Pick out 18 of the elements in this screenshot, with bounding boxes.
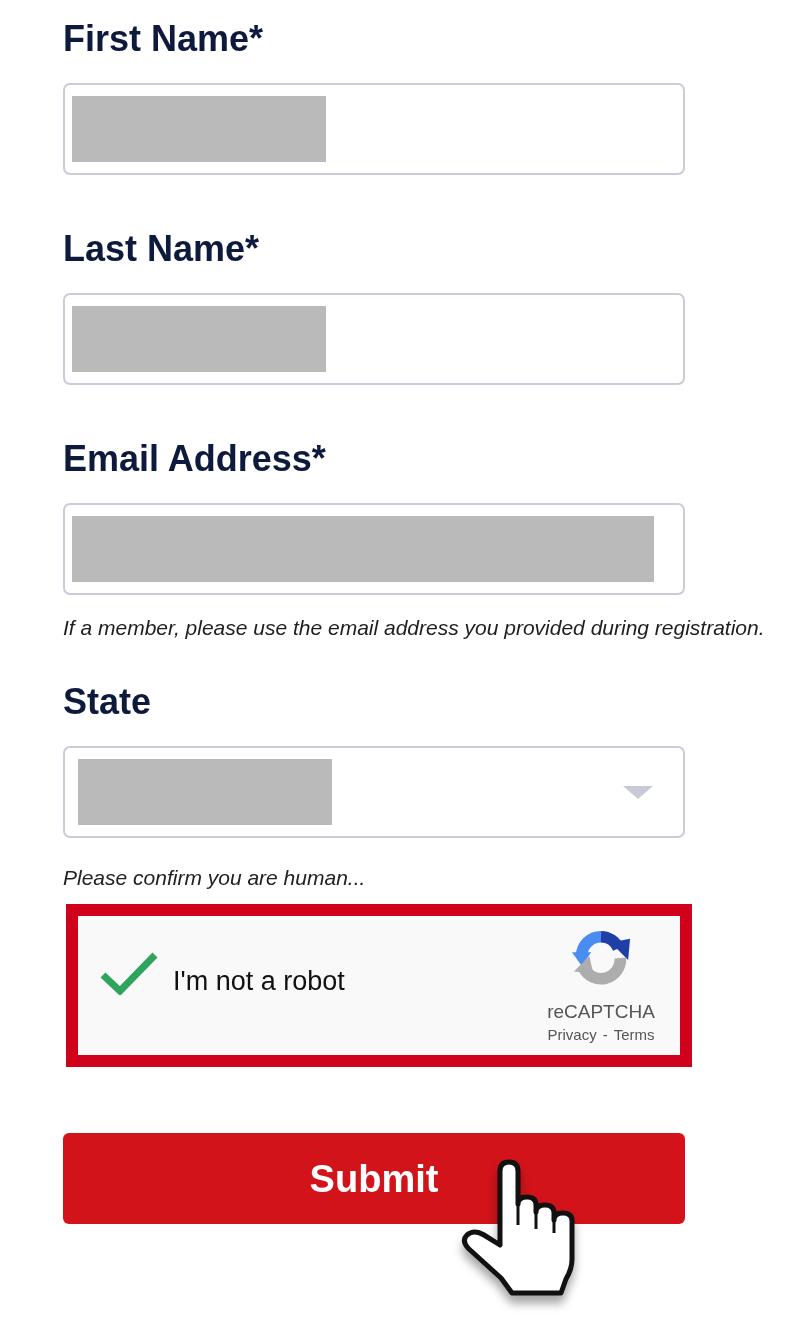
- policy-link[interactable]: Terms: [613, 1026, 655, 1044]
- prompt-text: Please confirm you are human...: [63, 865, 366, 891]
- field-label: State: [63, 682, 152, 722]
- submit-button[interactable]: Submit: [63, 1133, 685, 1224]
- input-field[interactable]: [63, 503, 685, 595]
- separator-text: -: [602, 1026, 608, 1044]
- field-label: Last Name*: [63, 229, 260, 269]
- checkmark-icon[interactable]: [100, 951, 158, 995]
- select-field[interactable]: [63, 746, 685, 838]
- checkbox-label: I'm not a robot: [173, 965, 345, 997]
- field-label: Email Address*: [63, 439, 326, 479]
- hint-text: If a member, please use the email address you provided during registration.: [63, 615, 765, 641]
- field-label: First Name*: [63, 19, 264, 59]
- input-field[interactable]: [63, 293, 685, 385]
- policy-link[interactable]: Privacy: [547, 1026, 597, 1044]
- caret-icon: [623, 785, 653, 799]
- brand-text: reCAPTCHA: [547, 1001, 655, 1023]
- input-field[interactable]: [63, 83, 685, 175]
